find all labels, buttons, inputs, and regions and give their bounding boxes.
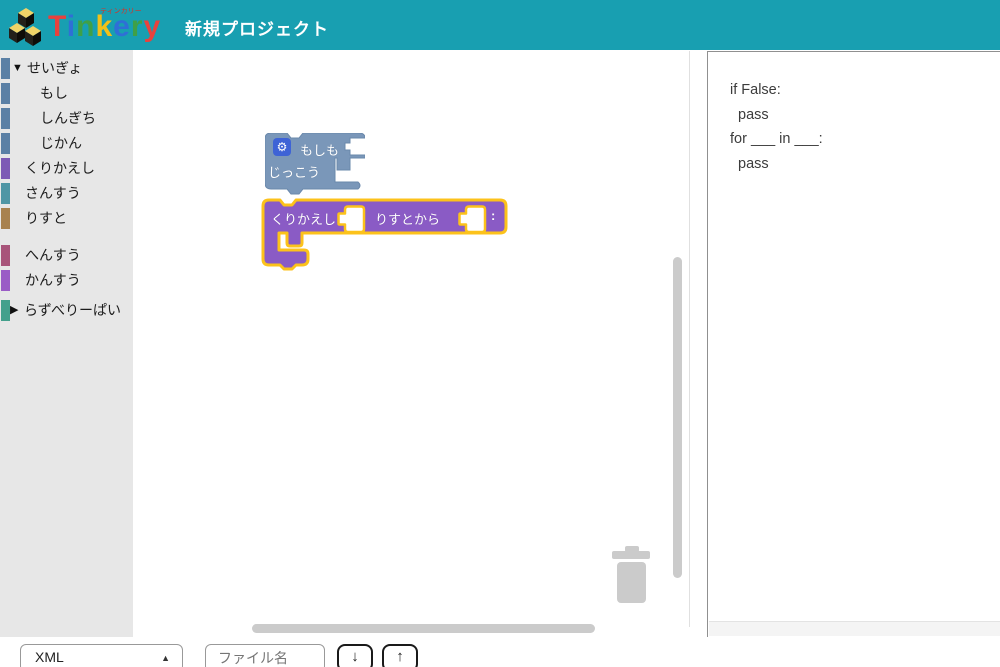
app-header: Tinkery ティンカリー 新規プロジェクト — [0, 0, 1000, 50]
toolbox-item-jikan[interactable]: じかん — [0, 131, 133, 156]
value-socket[interactable] — [337, 205, 366, 234]
category-color-bar — [1, 158, 10, 179]
from-list-label: りすとから — [375, 212, 441, 227]
toolbox-item-label: らずべりーぱい — [24, 302, 122, 318]
toolbox-item-moshi[interactable]: もし — [0, 81, 133, 106]
toolbox-item-label: かんすう — [25, 272, 81, 288]
toolbox-item-kansuu[interactable]: かんすう — [0, 268, 133, 293]
category-color-bar — [1, 270, 10, 291]
toolbox-item-label: りすと — [25, 210, 67, 226]
for-loop-block[interactable]: くりかえし りすとから : — [258, 194, 512, 276]
repeat-label: くりかえし — [271, 212, 337, 227]
trash-icon[interactable] — [610, 546, 652, 609]
code-line: pass — [730, 155, 769, 172]
do-label: じっこう — [268, 165, 321, 180]
filename-input[interactable] — [205, 644, 325, 667]
download-button[interactable]: ↓ — [337, 644, 373, 667]
toolbox-item-sansuu[interactable]: さんすう — [0, 181, 133, 206]
if-block-label: もしも — [300, 143, 340, 158]
download-arrow-icon: ↓ — [351, 648, 359, 665]
if-block[interactable]: ⚙ もしも じっこう — [264, 132, 366, 197]
toolbox-sidebar: ▼ せいぎょ もし しんぎち じかん くりかえし さんすう りすと へんすう か… — [0, 50, 133, 637]
category-color-bar — [1, 58, 10, 79]
toolbox-item-kurikaeshi[interactable]: くりかえし — [0, 156, 133, 181]
toolbox-item-seigyo[interactable]: ▼ せいぎょ — [0, 56, 133, 81]
format-select[interactable]: XML ▲ — [20, 644, 183, 667]
code-panel-scroll-track — [709, 621, 1000, 636]
tree-expanded-icon: ▼ — [12, 62, 23, 74]
category-color-bar — [1, 208, 10, 229]
toolbox-item-label: さんすう — [25, 185, 81, 201]
toolbox-item-label: しんぎち — [40, 110, 96, 126]
workspace-vertical-scrollbar[interactable] — [673, 257, 682, 578]
toolbox-item-label: くりかえし — [25, 160, 95, 176]
toolbox-item-label: せいぎょ — [27, 60, 83, 76]
bottom-bar: XML ▲ ↓ ↑ — [0, 637, 1000, 667]
toolbox-item-risuto[interactable]: りすと — [0, 206, 133, 231]
toolbox-item-hensuu[interactable]: へんすう — [0, 243, 133, 268]
generated-code: if False: pass for ___ in ___: pass — [730, 78, 823, 176]
colon-label: : — [491, 208, 496, 223]
category-color-bar — [1, 300, 10, 321]
toolbox-item-label: もし — [40, 85, 68, 101]
category-color-bar — [1, 108, 10, 129]
dropdown-arrow-icon: ▲ — [161, 653, 170, 663]
upload-arrow-icon: ↑ — [396, 648, 404, 665]
toolbox-item-shingichi[interactable]: しんぎち — [0, 106, 133, 131]
tree-collapsed-icon: ▶ — [10, 304, 19, 316]
category-color-bar — [1, 183, 10, 204]
app-root: Tinkery ティンカリー 新規プロジェクト ▼ せいぎょ もし しんぎち じ… — [0, 0, 1000, 667]
logo-cubes-icon — [9, 8, 41, 46]
code-line: for ___ in ___: — [730, 131, 823, 147]
workspace-horizontal-scrollbar[interactable] — [252, 624, 595, 633]
category-color-bar — [1, 83, 10, 104]
toolbox-item-label: へんすう — [25, 247, 81, 263]
logo-furigana: ティンカリー — [100, 8, 142, 15]
code-output-panel: if False: pass for ___ in ___: pass — [707, 51, 1000, 638]
workspace-right-edge — [689, 51, 690, 627]
category-color-bar — [1, 133, 10, 154]
code-line: pass — [730, 106, 769, 123]
upload-button[interactable]: ↑ — [382, 644, 418, 667]
toolbox-item-label: じかん — [40, 135, 82, 151]
mutator-gear-icon[interactable]: ⚙ — [273, 138, 291, 156]
project-title: 新規プロジェクト — [185, 20, 329, 39]
format-select-value: XML — [35, 649, 64, 665]
code-line: if False: — [730, 82, 781, 98]
category-color-bar — [1, 245, 10, 266]
toolbox-item-raspberry-pi[interactable]: ▶ らずべりーぱい — [0, 298, 133, 323]
value-socket[interactable] — [458, 205, 487, 234]
